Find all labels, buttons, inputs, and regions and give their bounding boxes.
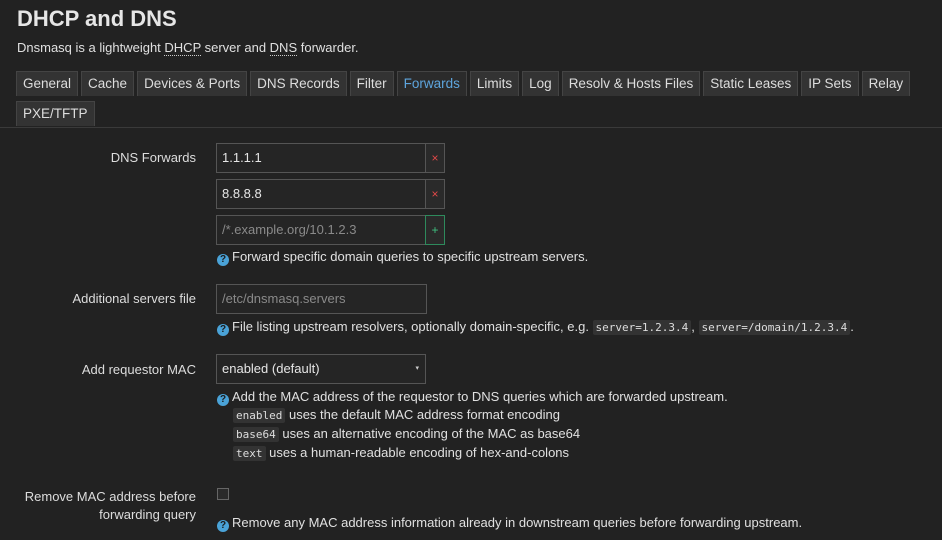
tab-row-1: General Cache Devices & Ports DNS Record… bbox=[16, 71, 926, 96]
help-icon: ? bbox=[217, 520, 229, 532]
tab-divider bbox=[0, 127, 942, 128]
option-enabled-desc: enabled uses the default MAC address for… bbox=[233, 407, 560, 423]
page-description: Dnsmasq is a lightweight DHCP server and… bbox=[17, 40, 359, 56]
remove-mac-label: Remove MAC address before forwarding que… bbox=[24, 489, 196, 522]
requestor-mac-label: Add requestor MAC bbox=[81, 362, 196, 377]
tab-devices-ports[interactable]: Devices & Ports bbox=[137, 71, 248, 96]
tab-row-2: PXE/TFTP bbox=[16, 101, 926, 126]
remove-entry-1-icon[interactable]: × bbox=[425, 143, 445, 173]
option-text-desc: text uses a human-readable encoding of h… bbox=[233, 445, 569, 461]
help-icon: ? bbox=[217, 254, 229, 266]
additional-servers-label: Additional servers file bbox=[72, 291, 196, 306]
remove-entry-2-icon[interactable]: × bbox=[425, 179, 445, 209]
example-code-2: server=/domain/1.2.3.4 bbox=[698, 320, 851, 335]
tab-limits[interactable]: Limits bbox=[469, 71, 520, 96]
tab-resolv-hosts[interactable]: Resolv & Hosts Files bbox=[561, 71, 701, 96]
additional-servers-help: ? File listing upstream resolvers, option… bbox=[217, 319, 854, 336]
dns-forwards-help: ? Forward specific domain queries to spec… bbox=[217, 249, 588, 266]
chevron-down-icon: ▾ bbox=[415, 365, 419, 372]
dns-forward-new-input[interactable]: /*.example.org/10.1.2.3 bbox=[216, 215, 426, 245]
tab-bar: General Cache Devices & Ports DNS Record… bbox=[16, 71, 926, 126]
additional-servers-input[interactable]: /etc/dnsmasq.servers bbox=[216, 284, 427, 314]
remove-mac-help: ? Remove any MAC address information alre… bbox=[217, 515, 802, 532]
add-entry-icon[interactable]: + bbox=[425, 215, 445, 245]
option-base64-desc: base64 uses an alternative encoding of t… bbox=[233, 426, 580, 442]
tab-dns-records[interactable]: DNS Records bbox=[250, 71, 347, 96]
tab-static-leases[interactable]: Static Leases bbox=[703, 71, 799, 96]
dhcp-dns-page: DHCP and DNS Dnsmasq is a lightweight DH… bbox=[0, 0, 942, 540]
help-icon: ? bbox=[217, 394, 229, 406]
tab-cache[interactable]: Cache bbox=[81, 71, 135, 96]
dns-forward-entry-1[interactable]: 1.1.1.1 bbox=[216, 143, 426, 173]
requestor-mac-help: ? Add the MAC address of the requestor to… bbox=[217, 389, 728, 406]
tab-pxe-tftp[interactable]: PXE/TFTP bbox=[16, 101, 95, 126]
requestor-mac-select[interactable]: enabled (default) ▾ bbox=[216, 354, 426, 384]
requestor-mac-selected: enabled (default) bbox=[222, 361, 320, 376]
tab-filter[interactable]: Filter bbox=[349, 71, 394, 96]
dhcp-abbr: DHCP bbox=[164, 40, 202, 56]
tab-general[interactable]: General bbox=[16, 71, 79, 96]
help-icon: ? bbox=[217, 324, 229, 336]
page-title: DHCP and DNS bbox=[17, 6, 177, 31]
tab-relay[interactable]: Relay bbox=[861, 71, 911, 96]
dns-forwards-label: DNS Forwards bbox=[110, 150, 196, 165]
remove-mac-checkbox[interactable] bbox=[217, 488, 229, 500]
tab-ip-sets[interactable]: IP Sets bbox=[801, 71, 859, 96]
tab-forwards[interactable]: Forwards bbox=[396, 71, 467, 96]
example-code-1: server=1.2.3.4 bbox=[592, 320, 692, 335]
dns-abbr: DNS bbox=[269, 40, 298, 56]
dns-forward-entry-2[interactable]: 8.8.8.8 bbox=[216, 179, 426, 209]
tab-log[interactable]: Log bbox=[522, 71, 559, 96]
